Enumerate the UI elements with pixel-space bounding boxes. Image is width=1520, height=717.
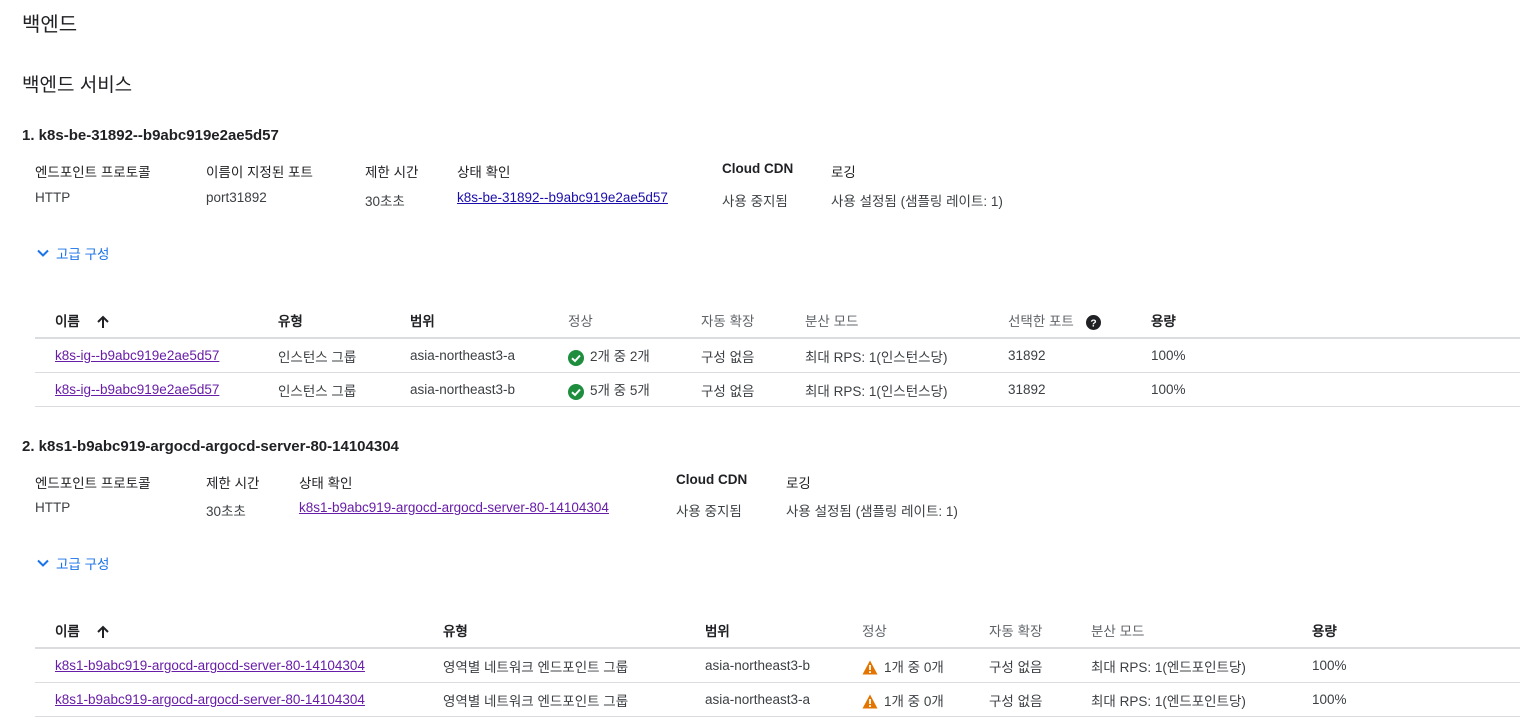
meta-header: 제한 시간 — [365, 165, 419, 180]
type-cell: 인스턴스 그룹 — [278, 338, 410, 373]
svg-text:?: ? — [1090, 318, 1096, 329]
advanced-config-label: 고급 구성 — [56, 247, 110, 262]
meta-value: port31892 — [206, 190, 267, 205]
healthy-cell: 5개 중 5개 — [568, 372, 701, 407]
column-header-balancing-mode: 분산 모드 — [1091, 624, 1145, 639]
balancing-mode-cell: 최대 RPS: 1(엔드포인트당) — [1091, 682, 1312, 717]
backend-name-link[interactable]: k8s1-b9abc919-argocd-argocd-server-80-14… — [55, 692, 365, 707]
advanced-config-label: 고급 구성 — [56, 557, 110, 572]
balancing-mode-cell: 최대 RPS: 1(엔드포인트당) — [1091, 648, 1312, 683]
capacity-cell: 100% — [1151, 338, 1520, 373]
service-title: 1. k8s-be-31892--b9abc919e2ae5d57 — [22, 127, 279, 144]
arrow-up-icon[interactable] — [96, 625, 110, 639]
meta-value: 사용 중지됨 — [676, 504, 742, 519]
chevron-down-icon — [37, 559, 49, 567]
healthy-cell: 2개 중 2개 — [568, 338, 701, 373]
scope-cell: asia-northeast3-b — [705, 648, 862, 683]
backends-table: 이름 유형 범위 정상 자동 확장 분산 모드 선택한 포트 ? 용량 k8s-… — [35, 302, 1520, 407]
table-row: k8s1-b9abc919-argocd-argocd-server-80-14… — [35, 682, 1520, 717]
column-header-type: 유형 — [278, 314, 303, 329]
balancing-mode-cell: 최대 RPS: 1(인스턴스당) — [805, 372, 1008, 407]
page-title: 백엔드 — [22, 14, 78, 36]
meta-header: Cloud CDN — [676, 472, 748, 487]
column-header-balancing-mode: 분산 모드 — [805, 314, 859, 329]
column-header-name[interactable]: 이름 — [35, 612, 443, 649]
scope-cell: asia-northeast3-b — [410, 372, 568, 407]
table-header-row: 이름 유형 범위 정상 자동 확장 분산 모드 용량 — [35, 612, 1520, 649]
help-icon[interactable]: ? — [1085, 314, 1101, 330]
autoscaling-cell: 구성 없음 — [701, 338, 805, 373]
meta-value: 사용 설정됨 (샘플링 레이트: 1) — [831, 194, 1003, 209]
column-header-scope: 범위 — [410, 314, 435, 329]
table-row: k8s-ig--b9abc919e2ae5d57 인스턴스 그룹 asia-no… — [35, 372, 1520, 407]
meta-header: 제한 시간 — [206, 476, 260, 491]
balancing-mode-cell: 최대 RPS: 1(인스턴스당) — [805, 338, 1008, 373]
table-row: k8s1-b9abc919-argocd-argocd-server-80-14… — [35, 648, 1520, 683]
column-header-autoscaling: 자동 확장 — [701, 314, 755, 329]
column-header-scope: 범위 — [705, 624, 730, 639]
healthy-cell: 1개 중 0개 — [862, 682, 989, 717]
warning-icon — [862, 660, 878, 675]
table-row: k8s-ig--b9abc919e2ae5d57 인스턴스 그룹 asia-no… — [35, 338, 1520, 373]
autoscaling-cell: 구성 없음 — [989, 648, 1091, 683]
meta-header: 상태 확인 — [457, 165, 511, 180]
column-header-capacity: 용량 — [1151, 314, 1176, 329]
meta-header: 엔드포인트 프로토콜 — [35, 165, 151, 180]
column-header-autoscaling: 자동 확장 — [989, 624, 1043, 639]
column-header-healthy: 정상 — [862, 624, 887, 639]
table-header-row: 이름 유형 범위 정상 자동 확장 분산 모드 선택한 포트 ? 용량 — [35, 302, 1520, 339]
check-circle-icon — [568, 383, 584, 400]
arrow-up-icon[interactable] — [96, 315, 110, 329]
capacity-cell: 100% — [1151, 372, 1520, 407]
meta-header: 상태 확인 — [299, 476, 353, 491]
section-title: 백엔드 서비스 — [22, 75, 133, 96]
column-header-healthy: 정상 — [568, 314, 593, 329]
service-title: 2. k8s1-b9abc919-argocd-argocd-server-80… — [22, 438, 399, 455]
column-header-name[interactable]: 이름 — [35, 302, 278, 339]
type-cell: 영역별 네트워크 엔드포인트 그룹 — [443, 682, 705, 717]
capacity-cell: 100% — [1312, 682, 1520, 717]
meta-value: 사용 설정됨 (샘플링 레이트: 1) — [786, 504, 958, 519]
meta-value: 30초초 — [206, 504, 246, 519]
meta-header: 로깅 — [831, 165, 856, 180]
healthy-cell: 1개 중 0개 — [862, 648, 989, 683]
backend-name-link[interactable]: k8s-ig--b9abc919e2ae5d57 — [55, 382, 219, 397]
backend-name-link[interactable]: k8s1-b9abc919-argocd-argocd-server-80-14… — [55, 658, 365, 673]
meta-value: HTTP — [35, 190, 71, 205]
chevron-down-icon — [37, 249, 49, 257]
backends-table: 이름 유형 범위 정상 자동 확장 분산 모드 용량 k8s1-b9abc919… — [35, 612, 1520, 717]
autoscaling-cell: 구성 없음 — [989, 682, 1091, 717]
meta-value: 30초초 — [365, 194, 405, 209]
health-check-link[interactable]: k8s-be-31892--b9abc919e2ae5d57 — [457, 190, 668, 205]
column-header-type: 유형 — [443, 624, 468, 639]
meta-value: HTTP — [35, 500, 71, 515]
selected-port-cell: 31892 — [1008, 338, 1151, 373]
type-cell: 인스턴스 그룹 — [278, 372, 410, 407]
column-header-capacity: 용량 — [1312, 624, 1337, 639]
meta-header: 로깅 — [786, 476, 811, 491]
meta-header: Cloud CDN — [722, 161, 794, 176]
advanced-config-toggle[interactable]: 고급 구성 — [36, 243, 109, 263]
type-cell: 영역별 네트워크 엔드포인트 그룹 — [443, 648, 705, 683]
meta-header: 엔드포인트 프로토콜 — [35, 476, 151, 491]
column-header-selected-port: 선택한 포트 ? — [1008, 302, 1151, 339]
meta-value: 사용 중지됨 — [722, 194, 788, 209]
selected-port-cell: 31892 — [1008, 372, 1151, 407]
advanced-config-toggle[interactable]: 고급 구성 — [36, 553, 109, 573]
scope-cell: asia-northeast3-a — [410, 338, 568, 373]
warning-icon — [862, 694, 878, 709]
health-check-link[interactable]: k8s1-b9abc919-argocd-argocd-server-80-14… — [299, 500, 609, 515]
capacity-cell: 100% — [1312, 648, 1520, 683]
check-circle-icon — [568, 349, 584, 366]
meta-header: 이름이 지정된 포트 — [206, 165, 313, 180]
scope-cell: asia-northeast3-a — [705, 682, 862, 717]
autoscaling-cell: 구성 없음 — [701, 372, 805, 407]
backend-name-link[interactable]: k8s-ig--b9abc919e2ae5d57 — [55, 348, 219, 363]
